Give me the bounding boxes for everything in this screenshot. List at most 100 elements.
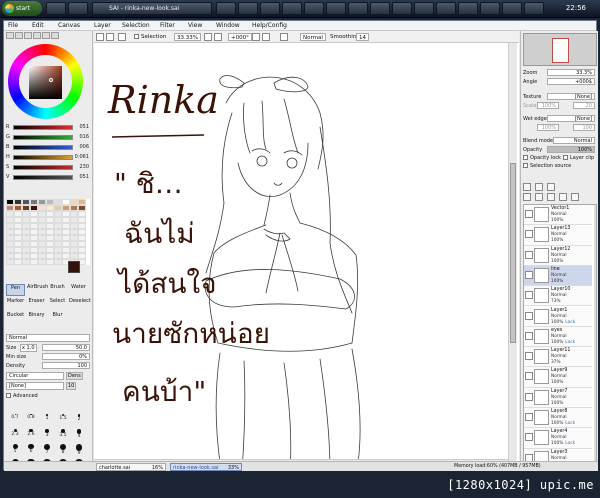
tool-airbrush[interactable]: AirBrush <box>27 284 48 296</box>
rotate-right-icon[interactable] <box>262 33 270 41</box>
menu-layer[interactable]: Layer <box>94 22 111 29</box>
rgb-slider-mode-icon[interactable] <box>15 32 23 39</box>
clear-layer-icon[interactable] <box>547 193 555 201</box>
scroll-thumb[interactable] <box>510 163 516 343</box>
redo-icon[interactable] <box>106 33 114 41</box>
layer-row[interactable]: Vector1 Normal 100% <box>524 205 592 226</box>
zoom-in-icon[interactable] <box>214 33 222 41</box>
layer-row[interactable]: Layer1 Normal 100% Lock <box>524 306 592 327</box>
slider-track[interactable] <box>13 135 73 140</box>
brush-size-preset[interactable]: 4 <box>72 429 86 439</box>
taskbar-app-icon[interactable] <box>326 2 346 15</box>
brush-texture-select[interactable]: [None] <box>6 382 64 390</box>
swatch[interactable] <box>54 259 62 265</box>
layer-scrollbar[interactable] <box>594 205 596 467</box>
navigator-preview[interactable] <box>523 33 597 66</box>
tool-eraser[interactable]: Eraser <box>27 298 46 310</box>
texture-strength[interactable]: 20 <box>573 102 595 109</box>
texture-scale[interactable]: 100% <box>537 102 559 109</box>
taskbar-app-icon[interactable] <box>436 2 456 15</box>
scratchpad-mode-icon[interactable] <box>42 32 50 39</box>
color-slider-b[interactable]: B 006 <box>6 144 91 152</box>
color-wheel-mode-icon[interactable] <box>6 32 14 39</box>
taskbar-active-window[interactable]: SAI - rinka-new-look.sai <box>92 2 212 15</box>
tool-select[interactable]: Select <box>48 298 67 310</box>
brush-size-preset[interactable]: 6 <box>24 444 38 454</box>
brush-size-preset[interactable]: 2 <box>72 414 86 424</box>
saturation-value-square[interactable] <box>29 66 62 99</box>
menu-filter[interactable]: Filter <box>160 22 175 29</box>
layer-row[interactable]: Layer7 Normal 100% <box>524 387 592 408</box>
blend-mode-select[interactable]: Normal <box>6 334 90 342</box>
eye-icon[interactable] <box>525 413 533 421</box>
tool-water[interactable]: Water <box>69 284 88 296</box>
taskbar-app-icon[interactable] <box>348 2 368 15</box>
taskbar-app-icon[interactable] <box>238 2 258 15</box>
taskbar-app-icon[interactable] <box>260 2 280 15</box>
swatch[interactable] <box>14 259 22 265</box>
file-tab-charlotte[interactable]: charlotte.sai 16% <box>96 463 166 471</box>
eye-icon[interactable] <box>525 270 533 279</box>
foreground-color[interactable] <box>68 261 80 273</box>
eye-icon[interactable] <box>525 372 533 381</box>
density-slider[interactable]: 100 <box>42 362 90 369</box>
tool-pen[interactable]: Pen <box>6 284 25 296</box>
new-layer-icon[interactable] <box>523 183 531 191</box>
navigator-zoom[interactable]: 33.3% <box>547 69 595 76</box>
tool-blur[interactable]: Blur <box>48 312 67 324</box>
new-folder-icon[interactable] <box>547 183 555 191</box>
paper-texture-select[interactable]: [None] <box>547 93 595 100</box>
color-wheel[interactable] <box>8 44 83 119</box>
min-size-slider[interactable]: 0% <box>42 353 90 360</box>
brush-size-preset[interactable]: 2.3 <box>8 429 22 439</box>
color-cursor[interactable] <box>49 78 53 82</box>
deselect-icon[interactable] <box>118 33 126 41</box>
taskbar-app-icon[interactable] <box>304 2 324 15</box>
navigator-viewport[interactable] <box>552 38 569 63</box>
slider-track[interactable] <box>13 155 73 160</box>
brush-size-preset[interactable]: 7 <box>40 444 54 455</box>
taskbar-app-icon[interactable] <box>68 2 88 15</box>
eye-icon[interactable] <box>525 352 533 361</box>
taskbar-app-icon[interactable] <box>524 2 544 15</box>
slider-track[interactable] <box>13 175 73 180</box>
layer-row[interactable]: Layer13 Normal 100% <box>524 225 592 246</box>
rotation-field[interactable]: +000° <box>228 33 252 41</box>
undo-icon[interactable] <box>96 33 104 41</box>
brush-size-preset[interactable]: 3 <box>40 429 54 439</box>
color-swatches[interactable] <box>6 199 90 265</box>
eye-icon[interactable] <box>525 392 533 401</box>
color-slider-g[interactable]: G 016 <box>6 134 91 142</box>
brush-size-preset[interactable]: 1 <box>40 414 54 424</box>
advanced-toggle[interactable]: Advanced <box>6 393 38 399</box>
selection-source[interactable]: Selection source <box>523 163 571 169</box>
swatch[interactable] <box>6 259 14 265</box>
stabilizer-mode[interactable]: Normal <box>300 33 326 41</box>
mixer-mode-icon[interactable] <box>51 32 59 39</box>
brush-size-preset[interactable]: 3.5 <box>56 429 70 439</box>
zoom-field[interactable]: 33.33% <box>174 33 201 41</box>
wet-edge-select[interactable]: [None] <box>547 115 595 122</box>
delete-layer-icon[interactable] <box>559 193 567 201</box>
taskbar-app-icon[interactable] <box>370 2 390 15</box>
taskbar-app-icon[interactable] <box>216 2 236 15</box>
layer-row[interactable]: Layer4 Normal 100% Lock <box>524 428 592 449</box>
navigator-angle[interactable]: +000$ <box>547 78 595 85</box>
eye-icon[interactable] <box>525 311 533 320</box>
eye-icon[interactable] <box>525 331 533 340</box>
menu-window[interactable]: Window <box>216 22 240 29</box>
taskbar-app-icon[interactable] <box>458 2 478 15</box>
menu-selection[interactable]: Selection <box>122 22 150 29</box>
menu-edit[interactable]: Edit <box>32 22 44 29</box>
layer-row[interactable]: Layer8 Normal 100% Lock <box>524 408 592 429</box>
taskbar-app-icon[interactable] <box>414 2 434 15</box>
transfer-down-icon[interactable] <box>523 193 531 201</box>
layer-row[interactable]: line Normal 100% <box>524 265 592 287</box>
menu-file[interactable]: File <box>8 22 18 29</box>
merge-down-icon[interactable] <box>535 193 543 201</box>
menu-view[interactable]: View <box>188 22 202 29</box>
flip-icon[interactable] <box>280 33 288 41</box>
color-slider-h[interactable]: H 0:061 <box>6 154 91 162</box>
color-slider-v[interactable]: V 051 <box>6 174 91 182</box>
eye-icon[interactable] <box>525 250 533 259</box>
